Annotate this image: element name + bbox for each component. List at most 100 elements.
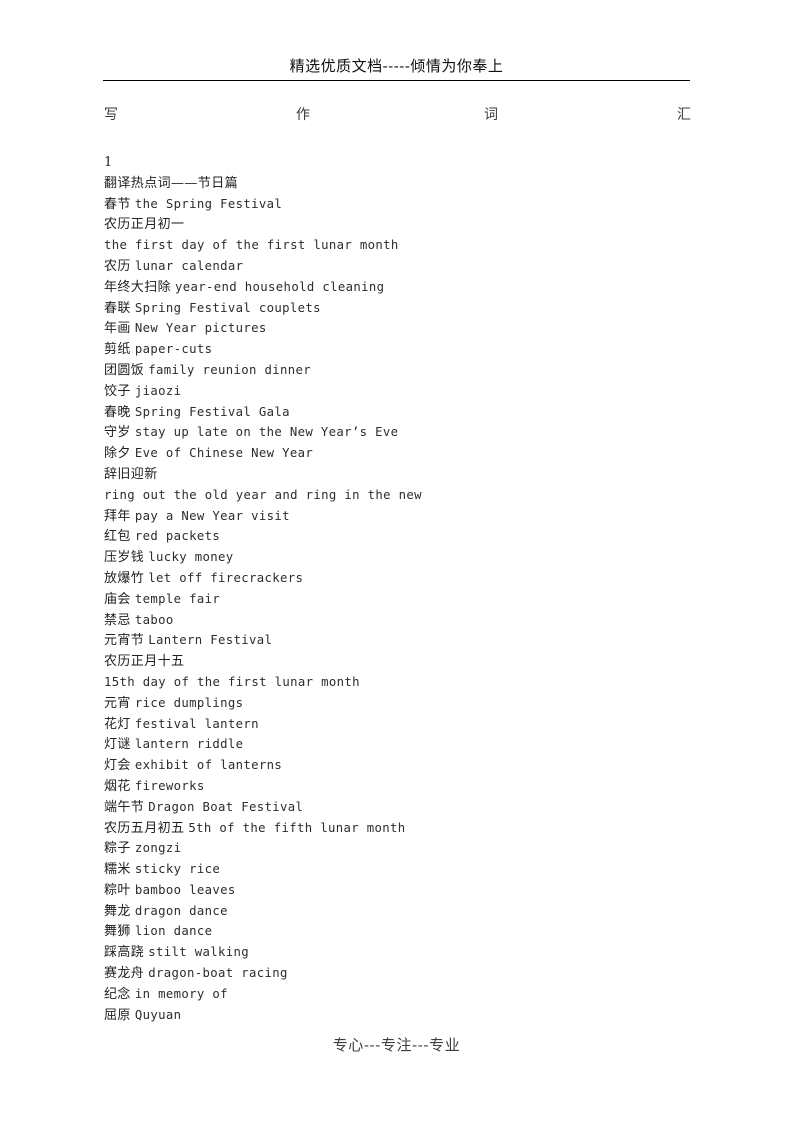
term-chinese: 烟花 <box>104 778 131 794</box>
vocabulary-line: 辞旧迎新 <box>104 464 704 485</box>
term-chinese: 辞旧迎新 <box>104 466 158 482</box>
term-chinese: 花灯 <box>104 716 131 732</box>
term-english: Quyuan <box>134 1007 182 1022</box>
vocabulary-line: 庙会 temple fair <box>104 589 704 610</box>
vocabulary-line: ring out the old year and ring in the ne… <box>104 485 704 506</box>
term-chinese: 1 <box>104 155 113 170</box>
vocabulary-line: 年画 New Year pictures <box>104 318 704 339</box>
title-char-3: 词 <box>484 107 498 123</box>
vocabulary-line: 粽叶 bamboo leaves <box>104 880 704 901</box>
term-chinese: 剪纸 <box>104 342 131 358</box>
header-banner-text: 精选优质文档-----倾情为你奉上 <box>289 57 504 75</box>
vocabulary-line: 纪念 in memory of <box>104 984 704 1005</box>
term-english: in memory of <box>134 986 228 1001</box>
term-english: zongzi <box>134 841 182 856</box>
term-english: fireworks <box>134 778 205 793</box>
term-chinese: 元宵 <box>104 695 131 711</box>
term-chinese: 春晚 <box>104 404 131 420</box>
vocabulary-line: 舞龙 dragon dance <box>104 901 704 922</box>
vocabulary-line: 元宵节 Lantern Festival <box>104 630 704 651</box>
footer-slogan: 专心---专注---专业 <box>332 1036 461 1054</box>
term-english: Lantern Festival <box>148 633 273 648</box>
vocabulary-line: 糯米 sticky rice <box>104 859 704 880</box>
vocabulary-line: 春节 the Spring Festival <box>104 194 704 215</box>
term-english: Spring Festival couplets <box>134 300 321 315</box>
vocabulary-line: 元宵 rice dumplings <box>104 693 704 714</box>
term-english: stay up late on the New Year’s Eve <box>134 425 399 440</box>
term-chinese: 年终大扫除 <box>104 279 172 295</box>
term-chinese: 农历五月初五 <box>104 820 185 836</box>
term-chinese: 守岁 <box>104 425 131 441</box>
vocabulary-line: 粽子 zongzi <box>104 838 704 859</box>
page-title: 写 作 词 汇 <box>104 105 691 127</box>
vocabulary-line: 禁忌 taboo <box>104 610 704 631</box>
term-chinese: 翻译热点词——节日篇 <box>104 175 239 191</box>
term-chinese: 舞狮 <box>104 924 131 940</box>
term-chinese: 年画 <box>104 321 131 337</box>
vocabulary-line: 除夕 Eve of Chinese New Year <box>104 443 704 464</box>
term-chinese: 团圆饭 <box>104 362 145 378</box>
term-english: dragon-boat racing <box>148 966 288 981</box>
term-chinese: 灯谜 <box>104 737 131 753</box>
vocabulary-line: 春联 Spring Festival couplets <box>104 298 704 319</box>
term-english: year-end household cleaning <box>175 279 385 294</box>
term-english: sticky rice <box>134 862 221 877</box>
vocabulary-line: the first day of the first lunar month <box>104 235 704 256</box>
term-chinese: 赛龙舟 <box>104 966 145 982</box>
term-chinese: 农历正月初一 <box>104 217 185 233</box>
vocabulary-line: 花灯 festival lantern <box>104 714 704 735</box>
term-english: lunar calendar <box>134 258 244 273</box>
term-chinese: 农历 <box>104 258 131 274</box>
vocabulary-line: 农历五月初五 5th of the fifth lunar month <box>104 818 704 839</box>
term-english: lucky money <box>148 550 234 565</box>
term-english: rice dumplings <box>134 695 244 710</box>
term-chinese: 农历正月十五 <box>104 654 185 670</box>
vocabulary-line: 春晚 Spring Festival Gala <box>104 402 704 423</box>
term-chinese: 庙会 <box>104 591 131 607</box>
term-chinese: 放爆竹 <box>104 570 145 586</box>
term-english: jiaozi <box>134 383 182 398</box>
term-chinese: 春联 <box>104 300 131 316</box>
term-chinese: 灯会 <box>104 758 131 774</box>
term-english: lion dance <box>134 924 213 939</box>
term-english: exhibit of lanterns <box>134 758 283 773</box>
title-char-4: 汇 <box>677 107 691 123</box>
term-english: pay a New Year visit <box>134 508 290 523</box>
vocabulary-line: 灯会 exhibit of lanterns <box>104 755 704 776</box>
vocabulary-line: 红包 red packets <box>104 526 704 547</box>
term-chinese: 糯米 <box>104 862 131 878</box>
term-english: New Year pictures <box>134 321 267 336</box>
vocabulary-line: 赛龙舟 dragon-boat racing <box>104 963 704 984</box>
term-english: Eve of Chinese New Year <box>134 446 314 461</box>
title-char-2: 作 <box>296 107 310 123</box>
vocabulary-line: 剪纸 paper-cuts <box>104 339 704 360</box>
term-english: Spring Festival Gala <box>134 404 290 419</box>
vocabulary-line: 踩高跷 stilt walking <box>104 942 704 963</box>
vocabulary-line: 翻译热点词——节日篇 <box>104 173 704 194</box>
term-chinese: 粽叶 <box>104 882 131 898</box>
vocabulary-line: 拜年 pay a New Year visit <box>104 506 704 527</box>
term-chinese: 除夕 <box>104 446 131 462</box>
term-english: Dragon Boat Festival <box>148 799 304 814</box>
term-chinese: 踩高跷 <box>104 945 145 961</box>
term-chinese: 禁忌 <box>104 612 131 628</box>
term-chinese: 纪念 <box>104 986 131 1002</box>
vocabulary-line: 年终大扫除 year-end household cleaning <box>104 277 704 298</box>
vocabulary-line: 15th day of the first lunar month <box>104 672 704 693</box>
page-header: 精选优质文档-----倾情为你奉上 <box>103 56 690 76</box>
term-chinese: 舞龙 <box>104 903 131 919</box>
term-chinese: 元宵节 <box>104 633 145 649</box>
term-chinese: 春节 <box>104 196 131 212</box>
term-chinese: 端午节 <box>104 799 145 815</box>
term-english: family reunion dinner <box>148 362 312 377</box>
vocabulary-line: 放爆竹 let off firecrackers <box>104 568 704 589</box>
term-english: temple fair <box>134 591 221 606</box>
vocabulary-line: 灯谜 lantern riddle <box>104 734 704 755</box>
vocabulary-line: 烟花 fireworks <box>104 776 704 797</box>
term-english: lantern riddle <box>134 737 244 752</box>
term-chinese: 屈原 <box>104 1007 131 1023</box>
header-divider <box>103 80 690 81</box>
title-char-1: 写 <box>104 107 118 123</box>
term-english: 5th of the fifth lunar month <box>188 820 406 835</box>
page-footer: 专心---专注---专业 <box>0 1034 793 1056</box>
